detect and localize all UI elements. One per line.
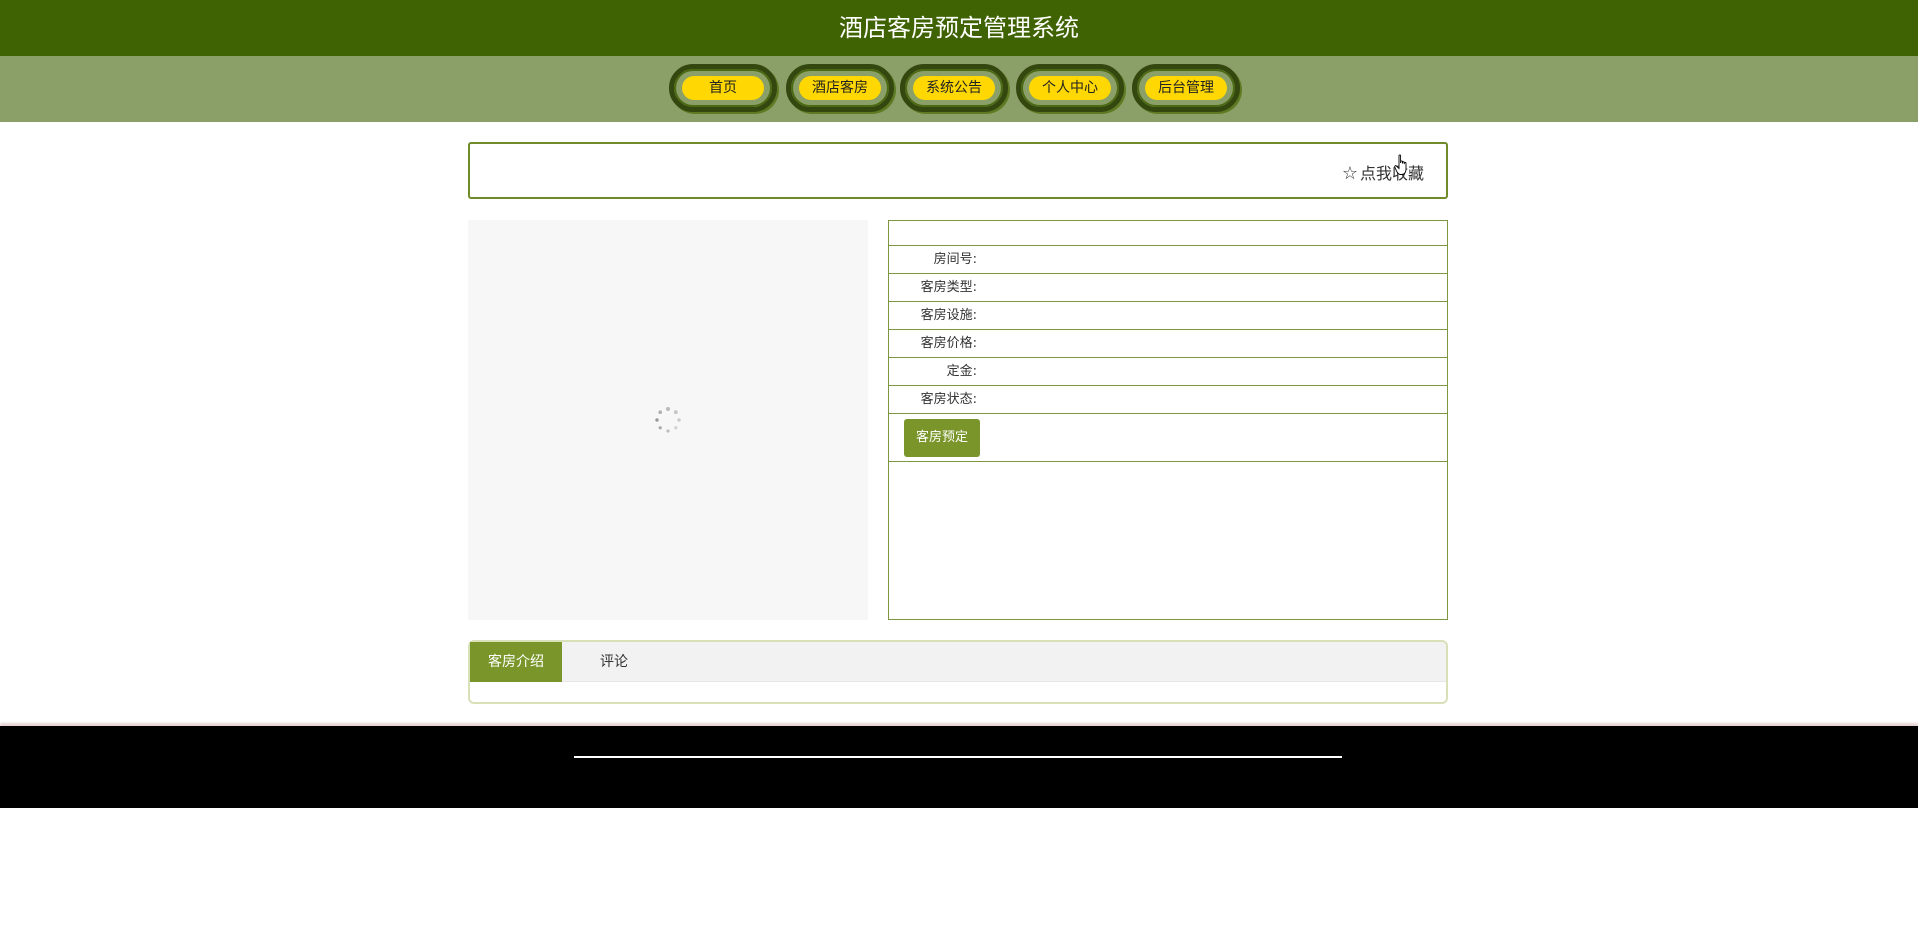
tab-comments[interactable]: 评论	[562, 642, 666, 682]
nav-item-label: 后台管理	[1145, 76, 1227, 100]
footer-divider	[574, 756, 1342, 758]
room-status-row: 客房状态:	[889, 386, 1447, 414]
room-name-row	[889, 221, 1447, 246]
room-number-row: 房间号:	[889, 246, 1447, 274]
tab-header: 客房介绍 评论	[470, 642, 1446, 682]
nav-item-home[interactable]: 首页	[669, 64, 777, 112]
collect-button[interactable]: ☆ 点我收藏	[1342, 160, 1424, 184]
footer	[0, 726, 1918, 808]
site-title: 酒店客房预定管理系统	[0, 0, 1918, 56]
nav-item-profile[interactable]: 个人中心	[1016, 64, 1124, 112]
room-type-row: 客房类型:	[889, 274, 1447, 302]
hand-cursor-icon	[1394, 154, 1407, 175]
nav-item-label: 首页	[682, 76, 764, 100]
tab-room-intro[interactable]: 客房介绍	[470, 642, 562, 682]
nav-item-admin[interactable]: 后台管理	[1132, 64, 1240, 112]
room-facilities-row: 客房设施:	[889, 302, 1447, 330]
room-info-table: 房间号: 客房类型: 客房设施: 客房价格: 定金: 客房状态: 客房预定	[888, 220, 1448, 620]
nav-item-notices[interactable]: 系统公告	[900, 64, 1008, 112]
room-type-label: 客房类型:	[920, 280, 977, 295]
room-image	[468, 220, 868, 620]
nav-item-rooms[interactable]: 酒店客房	[786, 64, 894, 112]
reserve-room-button[interactable]: 客房预定	[904, 419, 980, 457]
collect-label: 点我收藏	[1359, 164, 1424, 183]
nav-item-label: 个人中心	[1029, 76, 1111, 100]
room-status-label: 客房状态:	[920, 392, 977, 407]
room-price-label: 客房价格:	[920, 336, 977, 351]
room-number-label: 房间号:	[933, 252, 977, 267]
deposit-label: 定金:	[946, 364, 977, 379]
nav-item-label: 酒店客房	[799, 76, 881, 100]
collect-bar: ☆ 点我收藏	[468, 142, 1448, 199]
reserve-row: 客房预定	[889, 414, 1447, 462]
room-facilities-label: 客房设施:	[920, 308, 977, 323]
loading-spinner-icon	[655, 407, 681, 433]
nav-item-label: 系统公告	[913, 76, 995, 100]
main-nav: 首页 酒店客房 系统公告 个人中心 后台管理	[0, 56, 1918, 122]
deposit-row: 定金:	[889, 358, 1447, 386]
star-outline-icon: ☆	[1341, 163, 1358, 184]
room-price-row: 客房价格:	[889, 330, 1447, 358]
detail-tabs: 客房介绍 评论	[468, 640, 1448, 704]
